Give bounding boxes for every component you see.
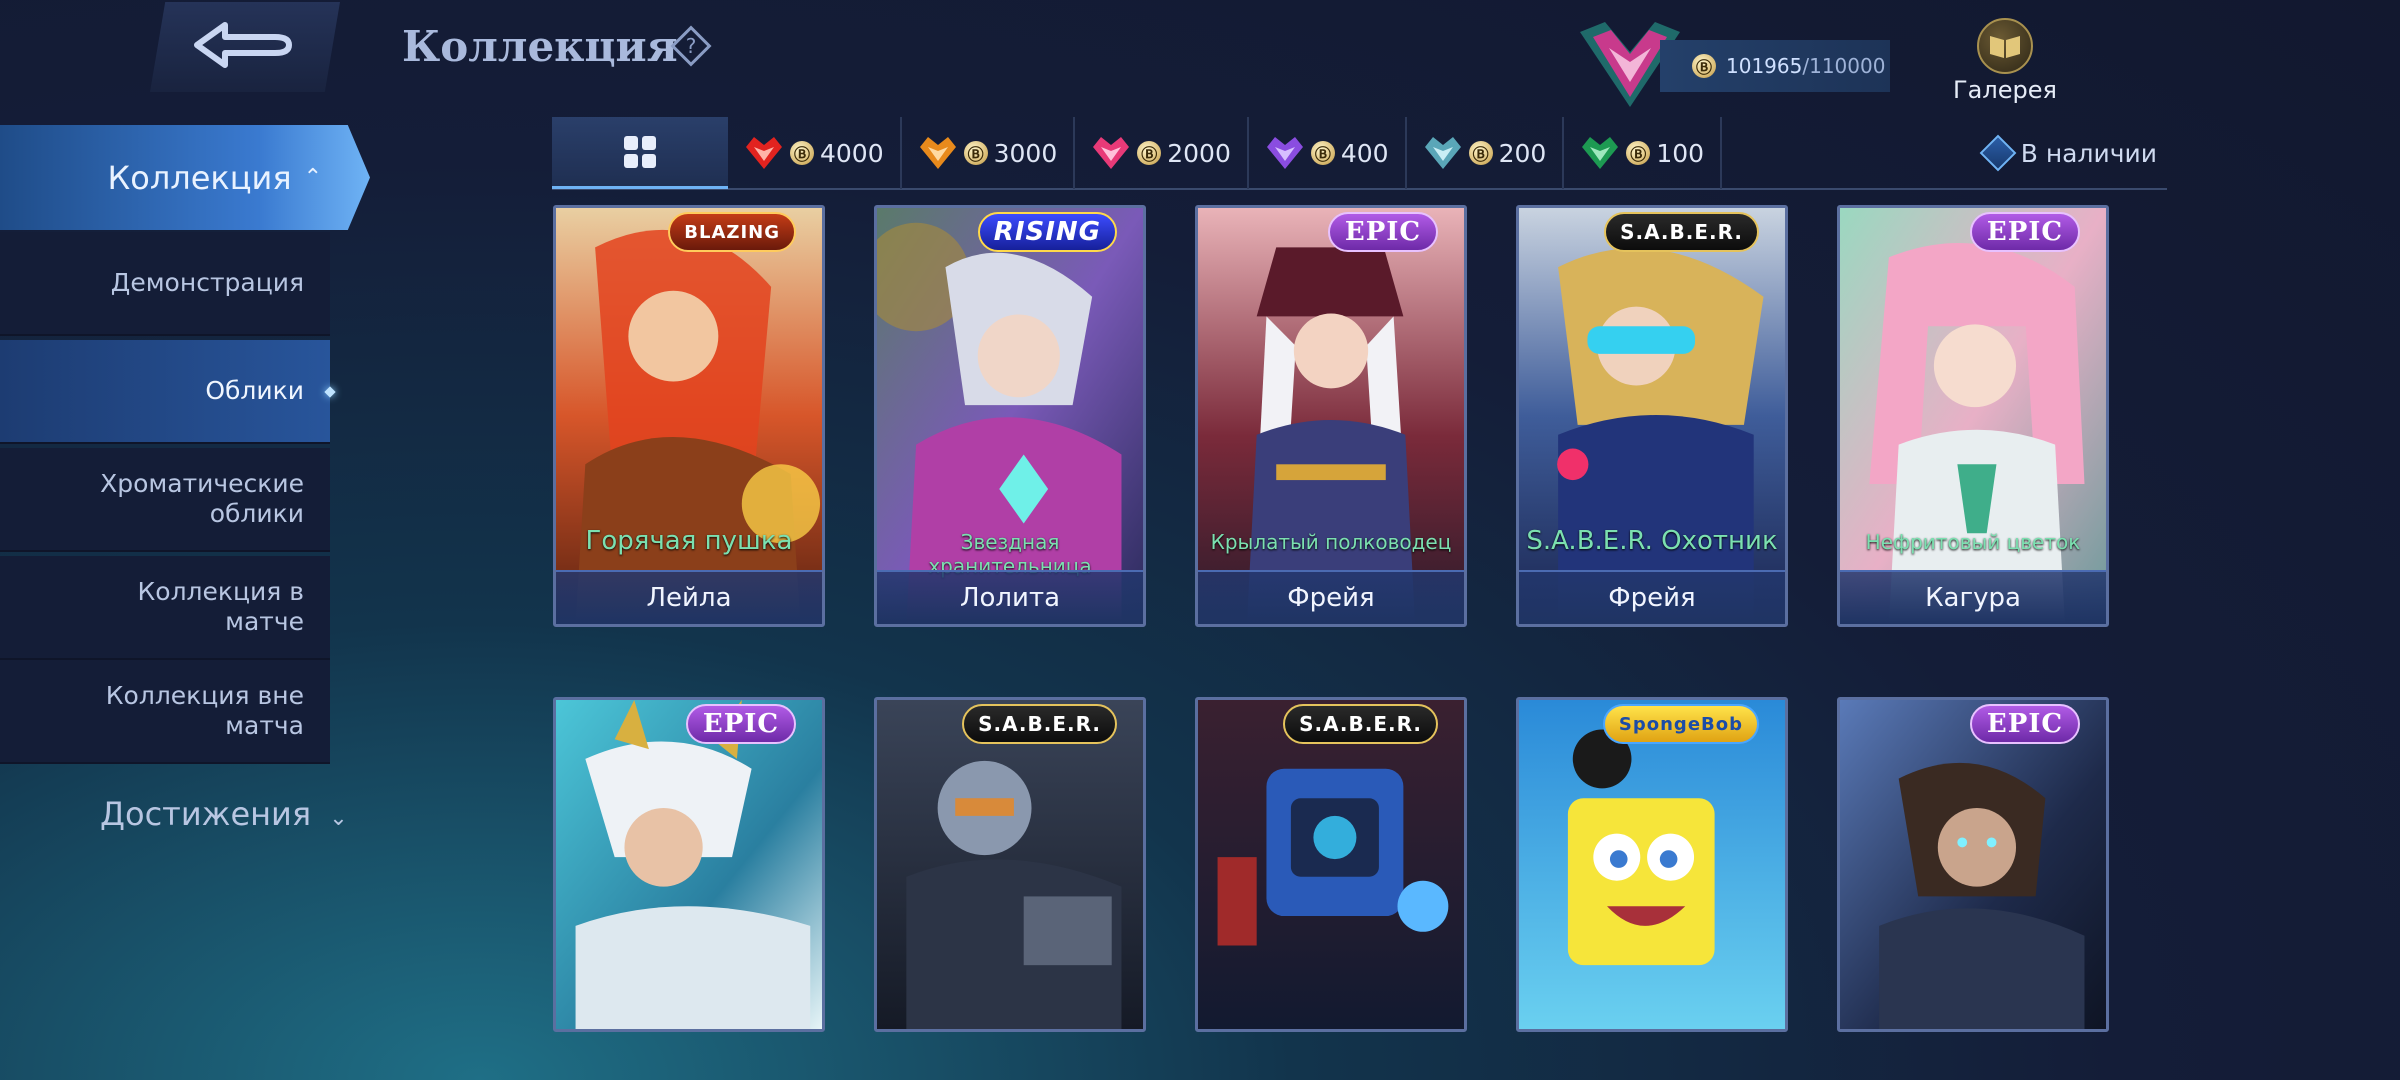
battle-point-icon: Ⓑ <box>1626 141 1651 165</box>
skin-card[interactable]: BLAZING Горячая пушка Лейла <box>553 205 825 627</box>
hero-name: Лолита <box>877 570 1143 624</box>
skin-artwork <box>1198 700 1464 1029</box>
skin-artwork <box>1198 208 1464 624</box>
points-max: /110000 <box>1802 54 1886 78</box>
skin-name: Нефритовый цветок <box>1865 530 2081 554</box>
battle-point-icon: Ⓑ <box>1310 141 1335 165</box>
book-icon <box>1977 18 2033 74</box>
pink-gem-icon <box>1093 137 1130 169</box>
skin-name: S.A.B.E.R. Охотник <box>1526 526 1778 556</box>
sidebar-item-achievements[interactable]: Достижения ⌄ <box>100 795 348 833</box>
filter-bar: Ⓑ 4000 Ⓑ 3000 Ⓑ 2000 Ⓑ 400 Ⓑ 200 Ⓑ 100 В… <box>552 117 2167 190</box>
gallery-label: Галерея <box>1953 76 2057 104</box>
skin-card[interactable]: S.A.B.E.R. S.A.B.E.R. Охотник Фрейя <box>1516 205 1788 627</box>
price-value: 4000 <box>820 138 884 168</box>
skin-card[interactable]: S.A.B.E.R. <box>1195 697 1467 1032</box>
price-value: 400 <box>1340 138 1389 168</box>
hero-name: Фрейя <box>1198 570 1464 624</box>
skin-card[interactable]: EPIC Нефритовый цветок Кагура <box>1837 205 2109 627</box>
gallery-button[interactable]: Галерея <box>1950 18 2060 108</box>
sidebar-item-label: Достижения <box>100 795 312 833</box>
price-filter-3000[interactable]: Ⓑ 3000 <box>902 117 1076 189</box>
page-title: Коллекция <box>402 22 678 71</box>
skin-artwork <box>1840 208 2106 624</box>
teal-gem-icon <box>1424 137 1461 169</box>
battle-point-icon: Ⓑ <box>963 141 988 165</box>
price-filter-4000[interactable]: Ⓑ 4000 <box>728 117 902 189</box>
sidebar-item-label: Коллекция <box>107 158 292 197</box>
skin-card[interactable]: SpongeBob <box>1516 697 1788 1032</box>
in-stock-toggle[interactable]: В наличии <box>1979 134 2167 172</box>
skin-card[interactable]: EPIC <box>1837 697 2109 1032</box>
sidebar-item-label: Хроматические облики <box>100 469 304 528</box>
sidebar-item-label: Коллекция вне матча <box>105 681 304 740</box>
skin-series-badge: EPIC <box>1328 212 1438 252</box>
collection-points: Ⓑ 101965/110000 <box>1660 40 1890 92</box>
sidebar-item-label: Демонстрация <box>110 268 304 297</box>
sidebar-item-label: Коллекция в матче <box>137 577 304 636</box>
sidebar-item-showcase[interactable]: Демонстрация <box>0 232 330 336</box>
skin-series-badge: SpongeBob <box>1602 704 1759 744</box>
sidebar-item-skins[interactable]: Облики <box>0 340 330 444</box>
orange-gem-icon <box>919 137 956 169</box>
skin-artwork <box>556 700 822 1029</box>
price-value: 2000 <box>1167 138 1231 168</box>
skin-series-badge: S.A.B.E.R. <box>962 704 1117 744</box>
skin-series-badge: RISING <box>977 212 1117 252</box>
skin-artwork <box>877 700 1143 1029</box>
chevron-up-icon: ⌃ <box>303 165 322 190</box>
back-button[interactable] <box>150 2 340 92</box>
battle-point-icon: Ⓑ <box>790 141 814 165</box>
price-filter-100[interactable]: Ⓑ 100 <box>1564 117 1723 189</box>
skin-artwork <box>556 208 822 624</box>
skin-series-badge: S.A.B.E.R. <box>1604 212 1759 252</box>
skin-series-badge: EPIC <box>1970 212 2080 252</box>
battle-point-icon: Ⓑ <box>1468 141 1493 165</box>
purple-gem-icon <box>1266 137 1303 169</box>
skin-card[interactable]: RISING Звездная хранительница Лолита <box>874 205 1146 627</box>
sidebar-item-collection[interactable]: Коллекция ⌃ <box>0 125 370 230</box>
skin-series-badge: BLAZING <box>668 212 796 252</box>
price-filter-200[interactable]: Ⓑ 200 <box>1407 117 1565 189</box>
skin-card[interactable]: S.A.B.E.R. <box>874 697 1146 1032</box>
sidebar-item-label: Облики <box>205 376 304 405</box>
sidebar-item-out-of-match[interactable]: Коллекция вне матча <box>0 660 330 764</box>
hero-name: Лейла <box>556 570 822 624</box>
skin-series-badge: EPIC <box>686 704 796 744</box>
skin-name: Крылатый полководец <box>1210 530 1452 554</box>
battle-point-icon: Ⓑ <box>1692 54 1716 78</box>
sidebar-item-chroma-skins[interactable]: Хроматические облики <box>0 448 330 552</box>
chevron-down-icon: ⌄ <box>329 806 348 831</box>
tab-all[interactable] <box>552 117 728 189</box>
svg-text:?: ? <box>686 34 697 58</box>
skin-series-badge: EPIC <box>1970 704 2080 744</box>
price-value: 200 <box>1498 138 1547 168</box>
hero-name: Кагура <box>1840 570 2106 624</box>
green-gem-icon <box>1582 137 1619 169</box>
skin-card[interactable]: EPIC Крылатый полководец Фрейя <box>1195 205 1467 627</box>
battle-point-icon: Ⓑ <box>1137 141 1162 165</box>
skin-series-badge: S.A.B.E.R. <box>1283 704 1438 744</box>
grid-icon <box>624 135 656 168</box>
price-value: 100 <box>1656 138 1705 168</box>
skin-card[interactable]: EPIC <box>553 697 825 1032</box>
skin-name: Горячая пушка <box>585 526 793 556</box>
red-gem-icon <box>746 137 782 169</box>
help-icon[interactable]: ? <box>669 24 713 68</box>
price-filter-400[interactable]: Ⓑ 400 <box>1249 117 1407 189</box>
checkbox-diamond-icon <box>1979 134 2017 172</box>
price-filter-2000[interactable]: Ⓑ 2000 <box>1075 117 1249 189</box>
points-value: 101965 <box>1726 54 1803 78</box>
hero-name: Фрейя <box>1519 570 1785 624</box>
back-arrow-icon <box>194 22 292 68</box>
skin-artwork <box>1519 700 1785 1029</box>
in-stock-label: В наличии <box>2020 138 2157 168</box>
price-value: 3000 <box>993 138 1058 168</box>
sidebar-item-in-match[interactable]: Коллекция в матче <box>0 556 330 660</box>
sidebar: Коллекция ⌃ Демонстрация Облики Хроматич… <box>0 0 380 1080</box>
skin-artwork <box>1519 208 1785 624</box>
skin-artwork <box>1840 700 2106 1029</box>
